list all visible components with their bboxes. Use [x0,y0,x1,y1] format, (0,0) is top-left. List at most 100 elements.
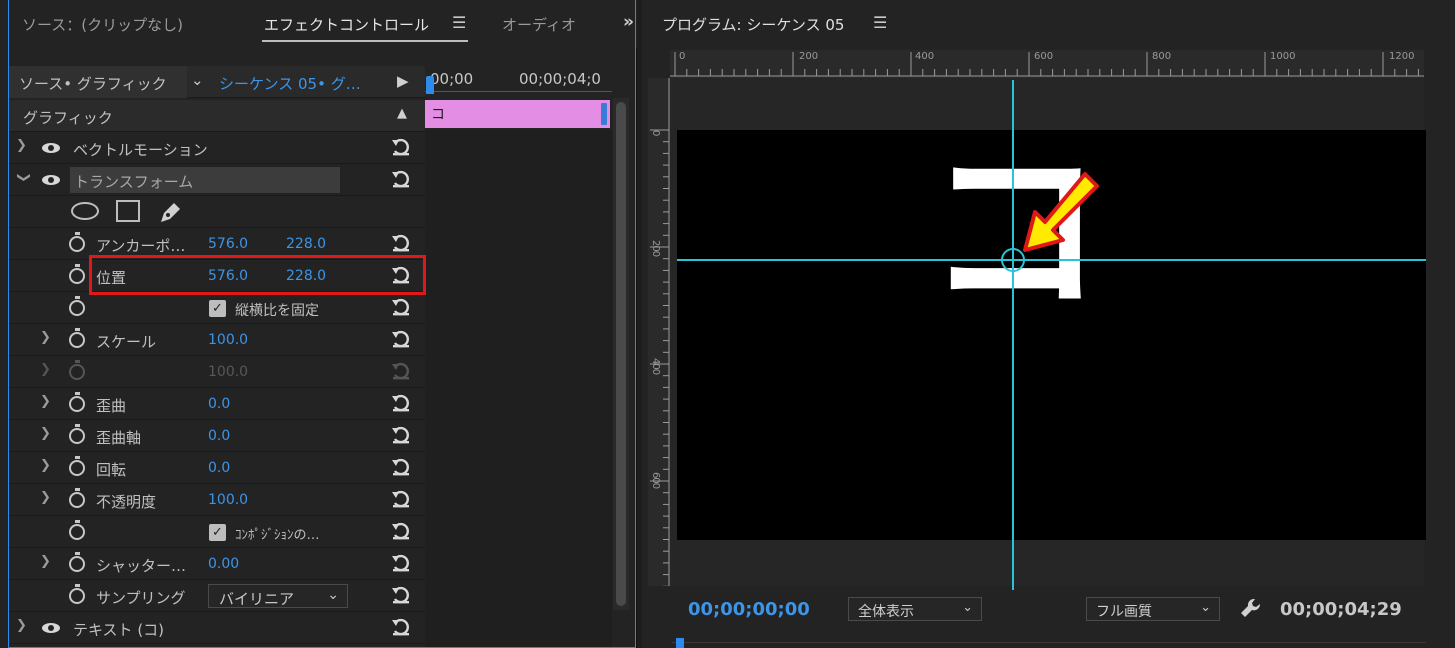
chevron-right-icon[interactable]: ❯ [40,554,51,569]
pen-mask-icon[interactable] [157,200,183,224]
panel-tab-bar: ソース：(クリップなし) エフェクトコントロール ☰ オーディオ ›› [0,0,637,48]
anchor-x-value[interactable]: 576.0 [208,236,248,252]
stopwatch-icon[interactable] [69,584,85,604]
checkbox-checked[interactable]: ✓ [209,524,226,541]
playhead-marker[interactable] [426,76,434,94]
chevron-right-icon[interactable]: ❯ [40,330,51,345]
reset-icon[interactable] [390,553,412,573]
section-title: グラフィック [23,109,113,127]
hamburger-icon[interactable]: ☰ [452,13,466,32]
sequence-selector[interactable]: シーケンス 05• グ… [219,73,361,94]
chevron-right-icon[interactable]: ❯ [16,138,27,153]
duration-timecode: 00;00;04;29 [1280,599,1402,620]
property-label: 回転 [96,461,127,479]
ellipse-mask-icon[interactable] [71,202,99,220]
scrub-bar[interactable] [672,642,1426,643]
checkbox-checked[interactable]: ✓ [209,300,226,317]
collapse-up-icon[interactable]: ▲ [397,106,407,121]
chevron-down-icon[interactable]: ⌄ [191,71,204,89]
effect-row-transform[interactable]: ❯ トランスフォーム [9,164,425,196]
stopwatch-icon[interactable] [69,456,85,476]
scrub-playhead[interactable] [676,638,684,648]
skew-axis-value[interactable]: 0.0 [208,428,230,444]
effect-properties-list: グラフィック ▲ ❯ ベクトルモーション ❯ トランスフォーム アンカーポ… 5… [9,100,425,644]
current-timecode[interactable]: 00;00;00;00 [688,599,810,620]
chevron-right-icon[interactable]: ❯ [16,618,27,633]
chevron-down-icon[interactable]: ❯ [16,172,31,183]
hamburger-icon[interactable]: ☰ [873,13,887,32]
scale-value[interactable]: 100.0 [208,332,248,348]
property-row-skew-axis[interactable]: ❯ 歪曲軸 0.0 [9,420,425,452]
tab-source[interactable]: ソース：(クリップなし) [22,14,183,35]
property-row-anchor[interactable]: アンカーポ… 576.0 228.0 [9,228,425,260]
shutter-value[interactable]: 0.00 [208,556,239,572]
skew-value[interactable]: 0.0 [208,396,230,412]
sampling-dropdown[interactable]: バイリニア ⌄ [208,584,348,608]
chevron-right-icon[interactable]: ❯ [40,490,51,505]
reset-icon[interactable] [390,233,412,253]
stopwatch-icon[interactable] [69,328,85,348]
property-row-sampling[interactable]: サンプリング バイリニア ⌄ [9,580,425,612]
play-clip-icon[interactable]: ▶ [397,72,409,90]
reset-icon[interactable] [390,265,412,285]
eye-icon[interactable] [42,143,60,153]
clip-end-handle[interactable] [601,103,607,125]
eye-icon[interactable] [42,623,60,633]
scrollbar-thumb[interactable] [616,102,626,606]
property-row-skew[interactable]: ❯ 歪曲 0.0 [9,388,425,420]
stopwatch-icon[interactable] [69,392,85,412]
stopwatch-icon[interactable] [69,264,85,284]
section-header-graphic[interactable]: グラフィック ▲ [9,100,425,132]
opacity-value[interactable]: 100.0 [208,492,248,508]
rotation-value[interactable]: 0.0 [208,460,230,476]
reset-icon[interactable] [390,617,412,637]
stopwatch-icon[interactable] [69,552,85,572]
stopwatch-icon[interactable] [69,520,85,540]
tab-effect-controls[interactable]: エフェクトコントロール [264,14,429,35]
ruler-h-label: 1000 [1270,51,1296,62]
reset-icon[interactable] [390,329,412,349]
property-label: 歪曲軸 [96,429,142,447]
chevron-double-right-icon[interactable]: ›› [623,12,634,32]
reset-icon[interactable] [390,489,412,509]
wrench-icon[interactable] [1239,596,1263,620]
property-row-position[interactable]: 位置 576.0 228.0 [9,260,425,292]
stopwatch-icon[interactable] [69,424,85,444]
property-row-lock-aspect[interactable]: ✓ 縦横比を固定 [9,292,425,324]
anchor-y-value[interactable]: 228.0 [286,236,326,252]
graphic-clip[interactable]: コ [425,100,610,128]
property-row-composition[interactable]: ✓ ｺﾝﾎﾟｼﾞｼｮﾝの… [9,516,425,548]
mini-timeline-ruler[interactable]: 00;00 00;00;04;0 [425,66,612,98]
property-row-scale-width: ❯ 100.0 [9,356,425,388]
chevron-right-icon[interactable]: ❯ [40,458,51,473]
reset-icon[interactable] [390,297,412,317]
chevron-right-icon[interactable]: ❯ [40,394,51,409]
reset-icon[interactable] [390,521,412,541]
property-row-opacity[interactable]: ❯ 不透明度 100.0 [9,484,425,516]
position-x-value[interactable]: 576.0 [208,268,248,284]
guide-line-vertical[interactable] [1012,80,1014,590]
quality-dropdown[interactable]: フル画質 ⌄ [1086,597,1220,621]
transform-name-field[interactable]: トランスフォーム [70,167,340,193]
position-y-value[interactable]: 228.0 [286,268,326,284]
eye-icon[interactable] [42,175,60,185]
stopwatch-icon[interactable] [69,488,85,508]
property-row-scale[interactable]: ❯ スケール 100.0 [9,324,425,356]
stopwatch-icon[interactable] [69,232,85,252]
reset-icon[interactable] [390,585,412,605]
reset-icon[interactable] [390,393,412,413]
property-row-shutter[interactable]: ❯ シャッター… 0.00 [9,548,425,580]
rectangle-mask-icon[interactable] [116,200,140,222]
zoom-dropdown[interactable]: 全体表示 ⌄ [848,597,982,621]
effect-row-vector-motion[interactable]: ❯ ベクトルモーション [9,132,425,164]
effect-row-text[interactable]: ❯ テキスト (コ) [9,612,425,644]
property-row-rotation[interactable]: ❯ 回転 0.0 [9,452,425,484]
tab-audio[interactable]: オーディオ [502,14,578,35]
reset-icon[interactable] [390,137,412,157]
reset-icon[interactable] [390,169,412,189]
vertical-scrollbar[interactable] [613,98,629,610]
stopwatch-icon[interactable] [69,296,85,316]
reset-icon[interactable] [390,457,412,477]
reset-icon[interactable] [390,425,412,445]
chevron-right-icon[interactable]: ❯ [40,426,51,441]
